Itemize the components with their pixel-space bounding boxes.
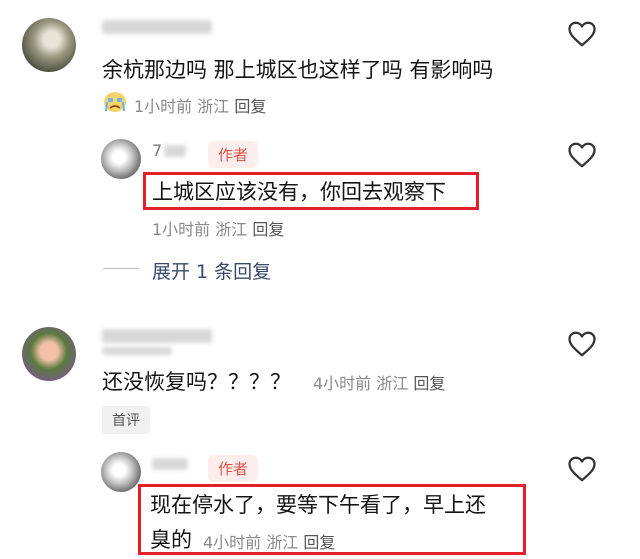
heart-icon[interactable] — [567, 455, 597, 483]
reply-button[interactable]: 回复 — [234, 97, 266, 116]
reply-time: 4小时前 — [203, 533, 262, 552]
reply-time: 1小时前 — [152, 220, 211, 239]
comment-location: 浙江 — [197, 97, 230, 116]
reply-meta: 1小时前 浙江 回复 — [152, 216, 284, 240]
reply-meta: 4小时前 浙江 回复 — [203, 529, 335, 553]
avatar[interactable] — [22, 327, 76, 381]
heart-icon[interactable] — [567, 20, 597, 48]
username-blurred[interactable] — [102, 20, 212, 34]
comment-time: 4小时前 — [313, 374, 372, 393]
comment-text: 还没恢复吗？？？？ — [102, 370, 291, 394]
author-badge: 作者 — [208, 141, 259, 168]
reply-button[interactable]: 回复 — [252, 220, 284, 239]
heart-icon[interactable] — [567, 141, 597, 169]
expand-divider — [103, 268, 139, 269]
avatar[interactable] — [101, 452, 141, 492]
reply-location: 浙江 — [266, 533, 299, 552]
comment-meta: 4小时前 浙江 回复 — [313, 370, 445, 394]
comment-meta: 1小时前 浙江 回复 — [134, 93, 266, 117]
expand-replies-button[interactable]: 展开 1 条回复 — [152, 257, 271, 284]
username-blurred — [102, 347, 172, 355]
avatar[interactable] — [101, 139, 141, 179]
comment-time: 1小时前 — [134, 97, 193, 116]
heart-icon[interactable] — [567, 330, 597, 358]
reply-text: 上城区应该没有，你回去观察下 — [152, 180, 446, 204]
comment-text: 余杭那边吗 那上城区也这样了吗 有影响吗 — [102, 58, 494, 82]
username-partial[interactable]: 7 — [152, 141, 162, 160]
username-blurred[interactable] — [152, 458, 188, 470]
username-blurred — [164, 145, 186, 157]
first-comment-tag: 首评 — [102, 406, 150, 434]
reply-button[interactable]: 回复 — [303, 533, 335, 552]
reply-button[interactable]: 回复 — [413, 374, 445, 393]
reply-text-line1: 现在停水了，要等下午看了，早上还 — [150, 493, 486, 517]
author-badge: 作者 — [208, 455, 259, 482]
reply-location: 浙江 — [215, 220, 248, 239]
comment-location: 浙江 — [376, 374, 409, 393]
crying-emoji-icon — [102, 90, 128, 114]
username-blurred[interactable] — [102, 329, 212, 343]
avatar[interactable] — [22, 18, 76, 72]
reply-text-line2: 臭的 — [150, 528, 192, 552]
